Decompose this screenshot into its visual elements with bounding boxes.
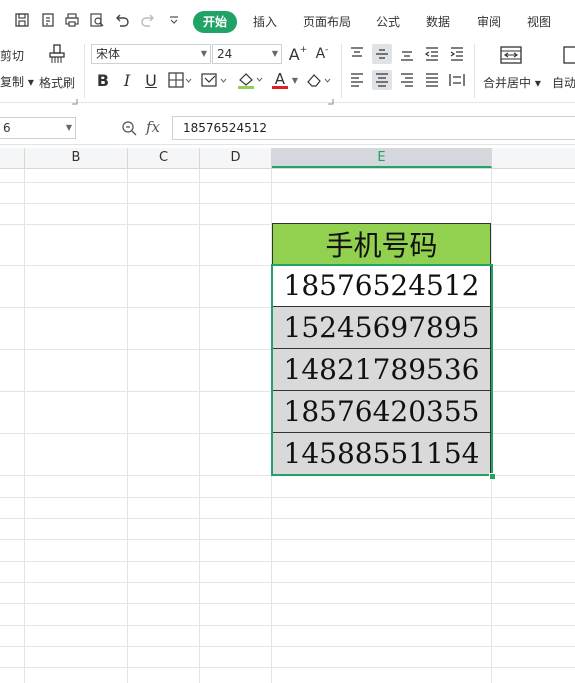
merge-center-button[interactable]: 合并居中 ▾ (483, 74, 541, 91)
table-header-cell[interactable]: 手机号码 (272, 223, 491, 265)
chevron-down-icon: ▼ (271, 49, 278, 58)
justify-icon[interactable] (422, 70, 442, 90)
underline-button[interactable]: U (141, 70, 161, 90)
print-preview-icon[interactable] (87, 10, 107, 30)
grid-line (0, 497, 575, 498)
fx-icon[interactable]: fx (146, 118, 160, 136)
tab-data[interactable]: 数据 (424, 11, 452, 33)
menu-bar: 开始 插入 页面布局 公式 数据 审阅 视图 (0, 0, 575, 40)
column-header-e[interactable]: E (272, 148, 492, 168)
undo-icon[interactable] (112, 10, 132, 30)
italic-button[interactable]: I (117, 70, 137, 90)
font-name-value: 宋体 (96, 47, 121, 61)
tab-insert[interactable]: 插入 (251, 11, 279, 33)
print-icon[interactable] (62, 10, 82, 30)
chevron-down-icon: ▼ (200, 49, 207, 58)
save-icon[interactable] (12, 10, 32, 30)
table-row[interactable]: 18576420355 (272, 391, 491, 433)
font-size-value: 24 (217, 47, 233, 61)
decrease-font-icon[interactable]: A- (312, 44, 332, 64)
align-right-icon[interactable] (397, 70, 417, 90)
format-painter-label[interactable]: 格式刷 (39, 74, 75, 91)
name-box-value: 6 (3, 121, 11, 135)
fill-color-icon[interactable] (237, 70, 265, 90)
dialog-launcher-icon[interactable] (328, 94, 334, 105)
align-middle-icon[interactable] (372, 44, 392, 64)
column-header-a[interactable] (0, 148, 25, 168)
grid-line (491, 169, 492, 683)
fill-handle[interactable] (489, 473, 496, 480)
formula-input[interactable]: 18576524512 (172, 116, 575, 140)
sheet-grid[interactable]: 手机号码 18576524512 15245697895 14821789536… (0, 169, 575, 683)
dialog-launcher-icon[interactable] (72, 94, 78, 105)
table-row[interactable]: 14588551154 (272, 433, 491, 475)
bold-button[interactable]: B (93, 70, 113, 90)
tab-formulas[interactable]: 公式 (374, 11, 402, 33)
name-box[interactable]: 6 ▼ (0, 117, 76, 139)
divider (341, 44, 342, 98)
divider (474, 44, 475, 98)
grid-line (0, 603, 575, 604)
divider (84, 44, 85, 98)
grid-line (127, 169, 128, 683)
increase-font-icon[interactable]: A + (288, 44, 308, 64)
copy-button[interactable]: 复制 ▾ (0, 73, 34, 90)
copy-label: 复制 (0, 75, 25, 89)
tab-view[interactable]: 视图 (525, 11, 553, 33)
border-icon[interactable] (167, 70, 193, 90)
decrease-indent-icon[interactable] (422, 44, 442, 64)
column-header-c[interactable]: C (128, 148, 200, 168)
chevron-down-icon: ▼ (291, 75, 299, 85)
grid-line (0, 182, 575, 183)
grid-line (0, 646, 575, 647)
distributed-align-icon[interactable] (447, 70, 467, 90)
column-header-d[interactable]: D (200, 148, 272, 168)
cut-button[interactable]: 剪切 (0, 47, 24, 64)
export-icon[interactable] (38, 10, 58, 30)
grid-line (24, 169, 25, 683)
align-left-icon[interactable] (347, 70, 367, 90)
ribbon: 剪切 复制 ▾ 格式刷 宋体 ▼ 24 ▼ A + A- B I U A ▼ 合… (0, 40, 575, 105)
more-dropdown-icon[interactable] (164, 10, 184, 30)
tab-page-layout[interactable]: 页面布局 (301, 11, 353, 33)
font-color-glyph: A (271, 71, 288, 89)
cell-style-icon[interactable] (201, 70, 229, 90)
tab-review[interactable]: 审阅 (475, 11, 503, 33)
grid-line (0, 625, 575, 626)
grid-line (0, 667, 575, 668)
merge-center-label: 合并居中 (483, 76, 532, 90)
format-painter-icon[interactable] (46, 43, 68, 65)
grid-line (0, 518, 575, 519)
increase-indent-icon[interactable] (447, 44, 467, 64)
wrap-text-icon[interactable] (563, 45, 575, 65)
align-bottom-icon[interactable] (397, 44, 417, 64)
grid-line (199, 169, 200, 683)
font-color-button[interactable]: A ▼ (271, 70, 299, 90)
font-name-select[interactable]: 宋体 ▼ (91, 44, 211, 64)
table-row[interactable]: 18576524512 (272, 265, 491, 307)
zoom-icon[interactable] (121, 120, 137, 136)
clear-format-icon[interactable] (305, 70, 333, 90)
wrap-text-button[interactable]: 自动 (552, 74, 575, 91)
table-row[interactable]: 15245697895 (272, 307, 491, 349)
redo-icon[interactable] (138, 10, 158, 30)
chevron-down-icon: ▼ (65, 123, 72, 132)
formula-bar: 6 ▼ fx 18576524512 (0, 112, 575, 145)
grid-line (0, 203, 575, 204)
align-center-icon[interactable] (372, 70, 392, 90)
align-top-icon[interactable] (347, 44, 367, 64)
tab-home[interactable]: 开始 (193, 11, 238, 33)
column-headers: B C D E (0, 148, 575, 169)
column-header-b[interactable]: B (25, 148, 128, 168)
font-size-select[interactable]: 24 ▼ (212, 44, 282, 64)
grid-line (0, 539, 575, 540)
grid-line (0, 561, 575, 562)
grid-line (0, 582, 575, 583)
merge-center-icon[interactable] (500, 45, 522, 65)
table-row[interactable]: 14821789536 (272, 349, 491, 391)
